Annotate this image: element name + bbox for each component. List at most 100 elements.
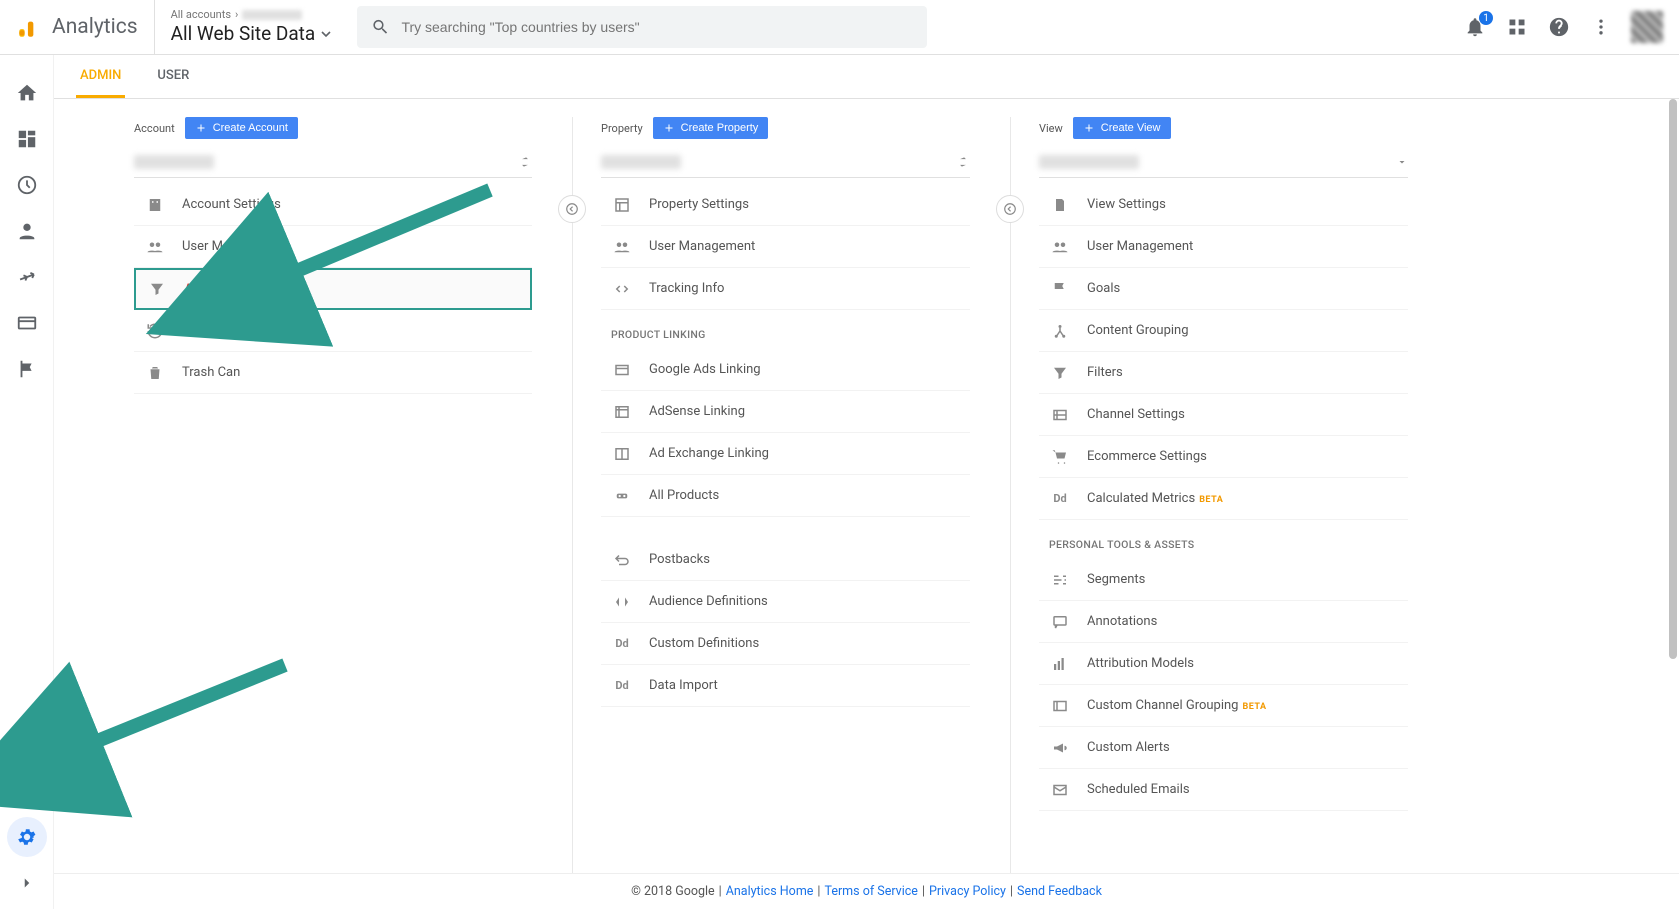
account-all-filters[interactable]: All Filters — [134, 268, 532, 310]
audience-icon — [613, 593, 631, 611]
view-heading: View — [1039, 122, 1063, 135]
view-attribution-models[interactable]: Attribution Models — [1039, 643, 1408, 685]
account-switcher[interactable]: All accounts › All Web Site Data — [171, 8, 341, 47]
segments-icon — [1051, 571, 1069, 589]
view-ecommerce-settings[interactable]: Ecommerce Settings — [1039, 436, 1408, 478]
person-icon — [16, 220, 38, 242]
apps-button[interactable] — [1505, 15, 1529, 39]
account-user-management[interactable]: User Management — [134, 226, 532, 268]
property-selector[interactable] — [601, 149, 970, 178]
create-view-button[interactable]: Create View — [1073, 117, 1171, 139]
more-menu-button[interactable] — [1589, 15, 1613, 39]
ad-exchange-linking[interactable]: Ad Exchange Linking — [601, 433, 970, 475]
notifications-button[interactable]: 1 — [1463, 15, 1487, 39]
brand-name: Analytics — [52, 15, 138, 39]
megaphone-icon — [1051, 739, 1069, 757]
search-input[interactable] — [401, 19, 912, 35]
trash-icon — [146, 364, 164, 382]
view-name: All Web Site Data — [171, 22, 316, 47]
channel-icon — [1051, 406, 1069, 424]
account-selector[interactable] — [134, 149, 532, 178]
tab-admin[interactable]: ADMIN — [76, 56, 125, 98]
nav-acquisition[interactable] — [7, 257, 47, 297]
view-annotations[interactable]: Annotations — [1039, 601, 1408, 643]
account-settings[interactable]: Account Settings — [134, 184, 532, 226]
column-prev-button[interactable] — [996, 195, 1024, 223]
view-content-grouping[interactable]: Content Grouping — [1039, 310, 1408, 352]
nav-realtime[interactable] — [7, 165, 47, 205]
view-selector[interactable] — [1039, 149, 1408, 178]
postbacks[interactable]: Postbacks — [601, 539, 970, 581]
view-segments[interactable]: Segments — [1039, 559, 1408, 601]
nav-admin[interactable] — [7, 817, 47, 857]
filter-icon — [148, 280, 166, 298]
code-icon — [613, 280, 631, 298]
google-ads-linking[interactable]: Google Ads Linking — [601, 349, 970, 391]
footer-link-tos[interactable]: Terms of Service — [824, 884, 917, 899]
arrows-icon — [16, 266, 38, 288]
footer-link-privacy[interactable]: Privacy Policy — [929, 884, 1006, 899]
nav-audience[interactable] — [7, 211, 47, 251]
nav-customization[interactable] — [7, 119, 47, 159]
notification-badge: 1 — [1479, 11, 1493, 25]
nav-home[interactable] — [7, 73, 47, 113]
swap-icon — [956, 155, 970, 169]
account-trash-can[interactable]: Trash Can — [134, 352, 532, 394]
custom-definitions[interactable]: DdCustom Definitions — [601, 623, 970, 665]
flag-icon — [16, 358, 38, 380]
group-icon — [612, 238, 632, 256]
plus-icon — [195, 122, 207, 134]
view-settings[interactable]: View Settings — [1039, 184, 1408, 226]
view-user-management[interactable]: User Management — [1039, 226, 1408, 268]
view-scheduled-emails[interactable]: Scheduled Emails — [1039, 769, 1408, 811]
view-custom-channel-grouping[interactable]: Custom Channel GroupingBETA — [1039, 685, 1408, 727]
tab-user[interactable]: USER — [153, 56, 193, 98]
bars-icon — [1051, 655, 1069, 673]
view-custom-alerts[interactable]: Custom Alerts — [1039, 727, 1408, 769]
help-button[interactable] — [1547, 15, 1571, 39]
nav-rail — [0, 55, 54, 909]
plus-icon — [663, 122, 675, 134]
property-user-management[interactable]: User Management — [601, 226, 970, 268]
create-account-button[interactable]: Create Account — [185, 117, 298, 139]
footer-link-feedback[interactable]: Send Feedback — [1017, 884, 1102, 899]
property-tracking-info[interactable]: Tracking Info — [601, 268, 970, 310]
footer-link-home[interactable]: Analytics Home — [726, 884, 814, 899]
nav-discover[interactable] — [7, 771, 47, 811]
create-property-button[interactable]: Create Property — [653, 117, 769, 139]
search-bar[interactable] — [357, 6, 927, 48]
comment-icon — [1051, 613, 1069, 631]
building-icon — [146, 196, 164, 214]
behavior-icon — [16, 312, 38, 334]
view-calculated-metrics[interactable]: DdCalculated MetricsBETA — [1039, 478, 1408, 520]
nav-behavior[interactable] — [7, 303, 47, 343]
audience-definitions[interactable]: Audience Definitions — [601, 581, 970, 623]
avatar[interactable] — [1631, 11, 1663, 43]
footer-copyright: © 2018 Google — [631, 884, 715, 899]
all-products[interactable]: All Products — [601, 475, 970, 517]
breadcrumb-account-redacted — [242, 10, 302, 20]
column-prev-button[interactable] — [558, 195, 586, 223]
account-change-history[interactable]: Change History — [134, 310, 532, 352]
scrollbar-thumb[interactable] — [1669, 99, 1677, 659]
view-goals[interactable]: Goals — [1039, 268, 1408, 310]
property-settings[interactable]: Property Settings — [601, 184, 970, 226]
chevron-down-icon — [1396, 156, 1408, 168]
header-bar: Analytics All accounts › All Web Site Da… — [0, 0, 1679, 55]
products-icon — [613, 489, 631, 503]
adsense-linking[interactable]: AdSense Linking — [601, 391, 970, 433]
nav-conversions[interactable] — [7, 349, 47, 389]
nav-collapse[interactable] — [7, 863, 47, 903]
filter-icon — [1051, 364, 1069, 382]
postback-icon — [613, 551, 631, 569]
view-filters[interactable]: Filters — [1039, 352, 1408, 394]
gear-icon — [16, 826, 38, 848]
view-channel-settings[interactable]: Channel Settings — [1039, 394, 1408, 436]
chevron-left-icon — [565, 202, 579, 216]
data-import[interactable]: DdData Import — [601, 665, 970, 707]
group-icon — [145, 238, 165, 256]
breadcrumb-prefix: All accounts — [171, 8, 231, 22]
chevron-left-icon — [1003, 202, 1017, 216]
grouping-icon — [1051, 322, 1069, 340]
history-icon — [146, 322, 164, 340]
